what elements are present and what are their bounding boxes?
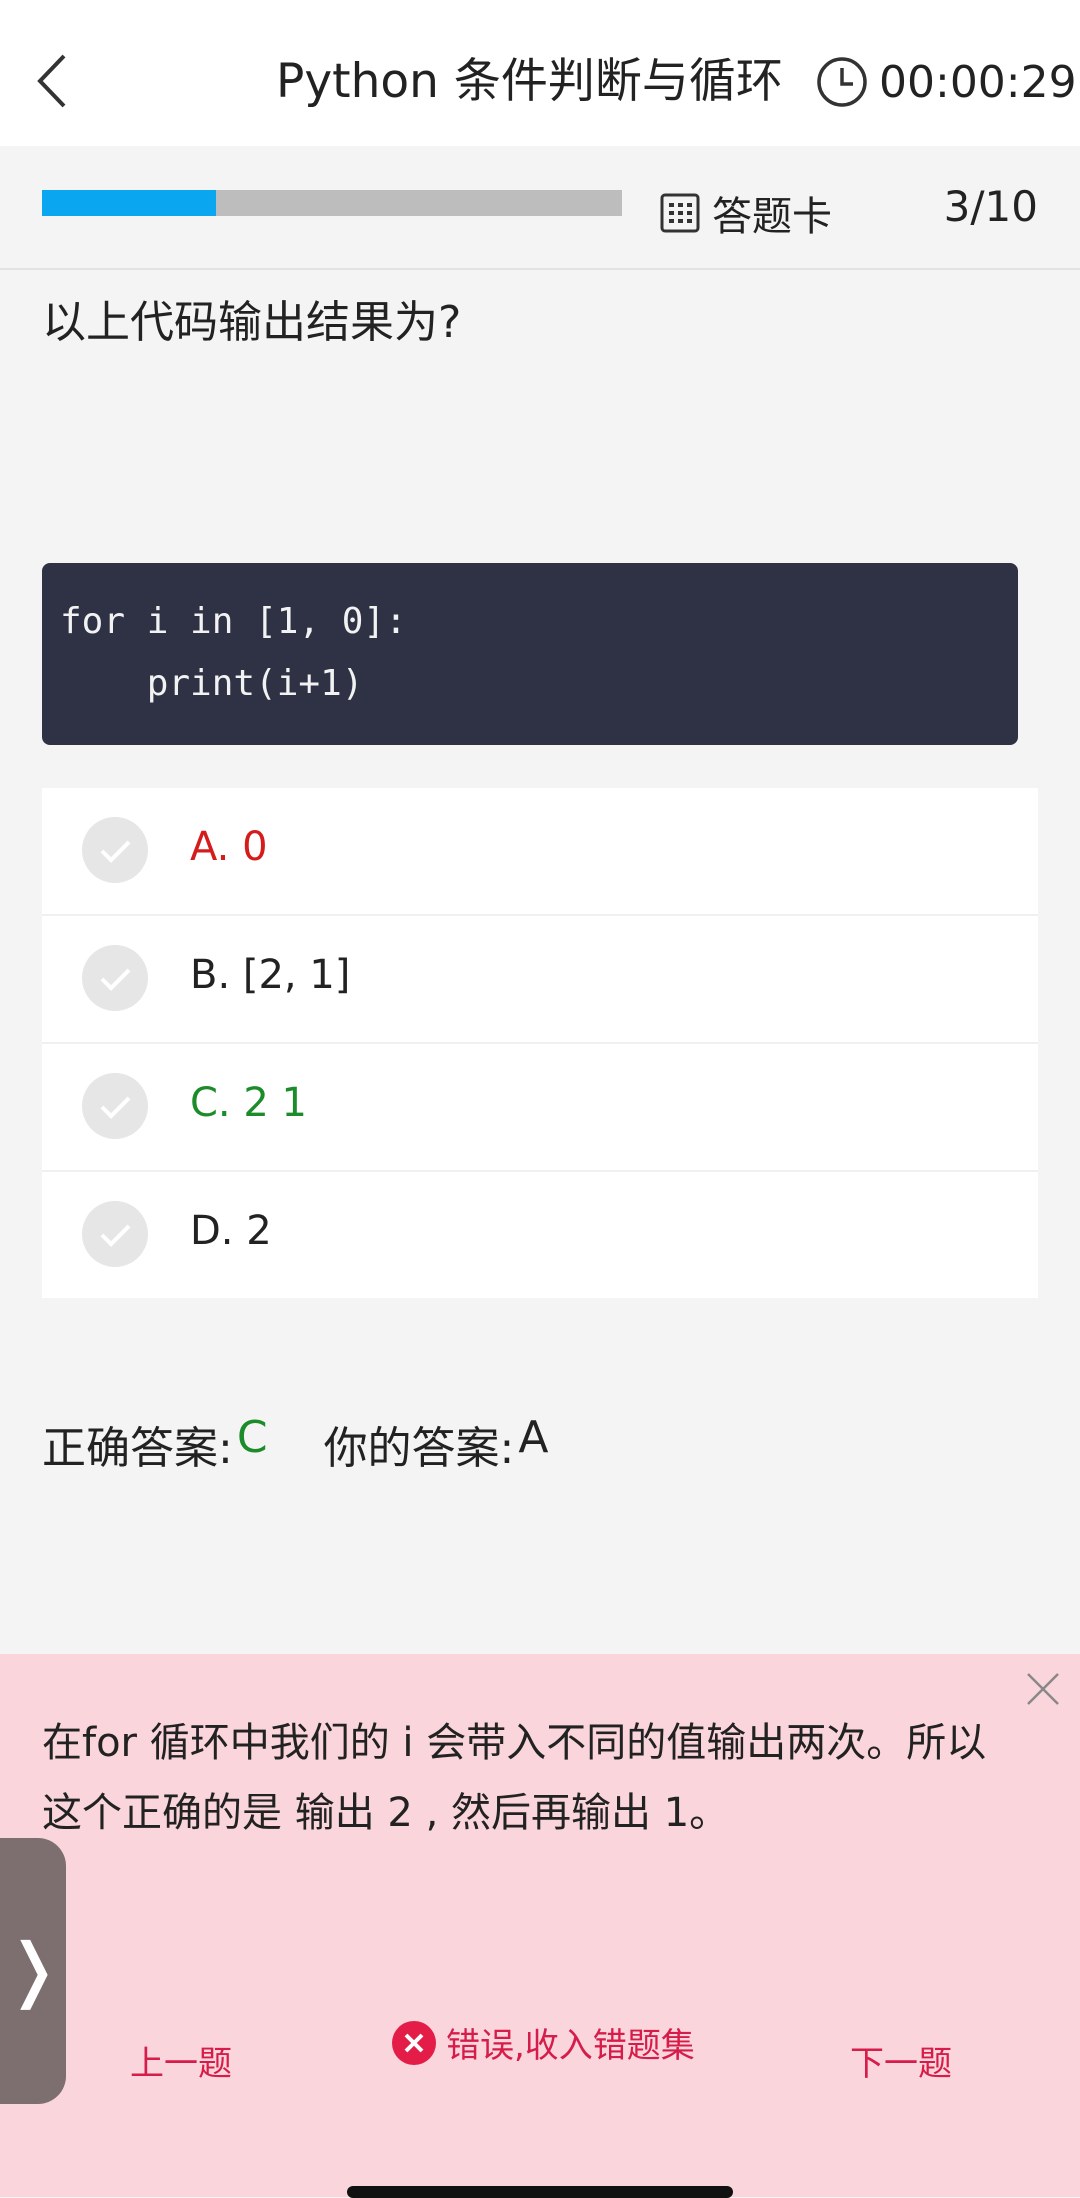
progress-bar xyxy=(42,190,622,216)
chevron-left-icon xyxy=(37,54,66,108)
option-label: D. 2 xyxy=(190,1208,272,1254)
clock-icon xyxy=(817,57,867,107)
option-d[interactable]: D. 2 xyxy=(42,1172,1038,1298)
wrong-collect-button[interactable]: 错误,收入错题集 xyxy=(392,2018,695,2067)
explanation-text: 在for 循环中我们的 i 会带入不同的值输出两次。所以这个正确的是 输出 2 … xyxy=(42,1720,987,1836)
check-icon xyxy=(82,1201,148,1267)
close-icon[interactable] xyxy=(1022,1668,1064,1710)
check-icon xyxy=(82,1073,148,1139)
timer: 00:00:29 xyxy=(815,52,1077,112)
your-answer-value: A xyxy=(518,1412,549,1463)
answer-card-label: 答题卡 xyxy=(712,194,832,240)
prev-question-button[interactable]: 上一题 xyxy=(130,2036,232,2085)
option-label: A. 0 xyxy=(190,824,268,870)
code-line: for i in [1, 0]: xyxy=(60,601,407,642)
check-icon xyxy=(82,817,148,883)
progress-fill xyxy=(42,190,216,216)
answer-card-button[interactable]: 答题卡 xyxy=(660,184,832,242)
correct-answer-value: C xyxy=(236,1412,268,1463)
next-question-button[interactable]: 下一题 xyxy=(850,2036,952,2085)
correct-answer-label: 正确答案: xyxy=(42,1423,233,1474)
back-button[interactable] xyxy=(28,46,78,116)
check-icon xyxy=(82,945,148,1011)
your-answer-label: 你的答案: xyxy=(323,1423,515,1474)
code-block: for i in [1, 0]: print(i+1) xyxy=(42,563,1018,745)
options-list: A. 0 B. [2, 1] C. 2 1 D. 2 xyxy=(42,788,1038,1298)
explanation-panel: 在for 循环中我们的 i 会带入不同的值输出两次。所以这个正确的是 输出 2 … xyxy=(0,1654,1080,2197)
option-label: B. [2, 1] xyxy=(190,952,351,998)
wrong-collect-label: 错误,收入错题集 xyxy=(446,2026,695,2066)
question-counter: 3/10 xyxy=(943,182,1038,231)
page-title: Python 条件判断与循环 xyxy=(276,54,783,109)
timer-text: 00:00:29 xyxy=(879,56,1077,108)
error-icon xyxy=(392,2020,436,2065)
header-bar: Python 条件判断与循环 00:00:29 xyxy=(0,0,1080,146)
home-indicator xyxy=(347,2186,733,2198)
answer-summary: 正确答案: C 你的答案: A xyxy=(42,1412,549,1476)
question-text: 以上代码输出结果为? xyxy=(42,297,462,348)
option-a[interactable]: A. 0 xyxy=(42,788,1038,916)
option-label: C. 2 1 xyxy=(190,1080,307,1126)
option-c[interactable]: C. 2 1 xyxy=(42,1044,1038,1172)
grid-icon xyxy=(660,193,700,233)
side-drawer-tab[interactable]: ❭ xyxy=(0,1838,66,2104)
code-line: print(i+1) xyxy=(60,663,364,704)
progress-row: 答题卡 3/10 xyxy=(0,146,1080,270)
chevron-right-icon: ❭ xyxy=(4,1928,63,2010)
option-b[interactable]: B. [2, 1] xyxy=(42,916,1038,1044)
